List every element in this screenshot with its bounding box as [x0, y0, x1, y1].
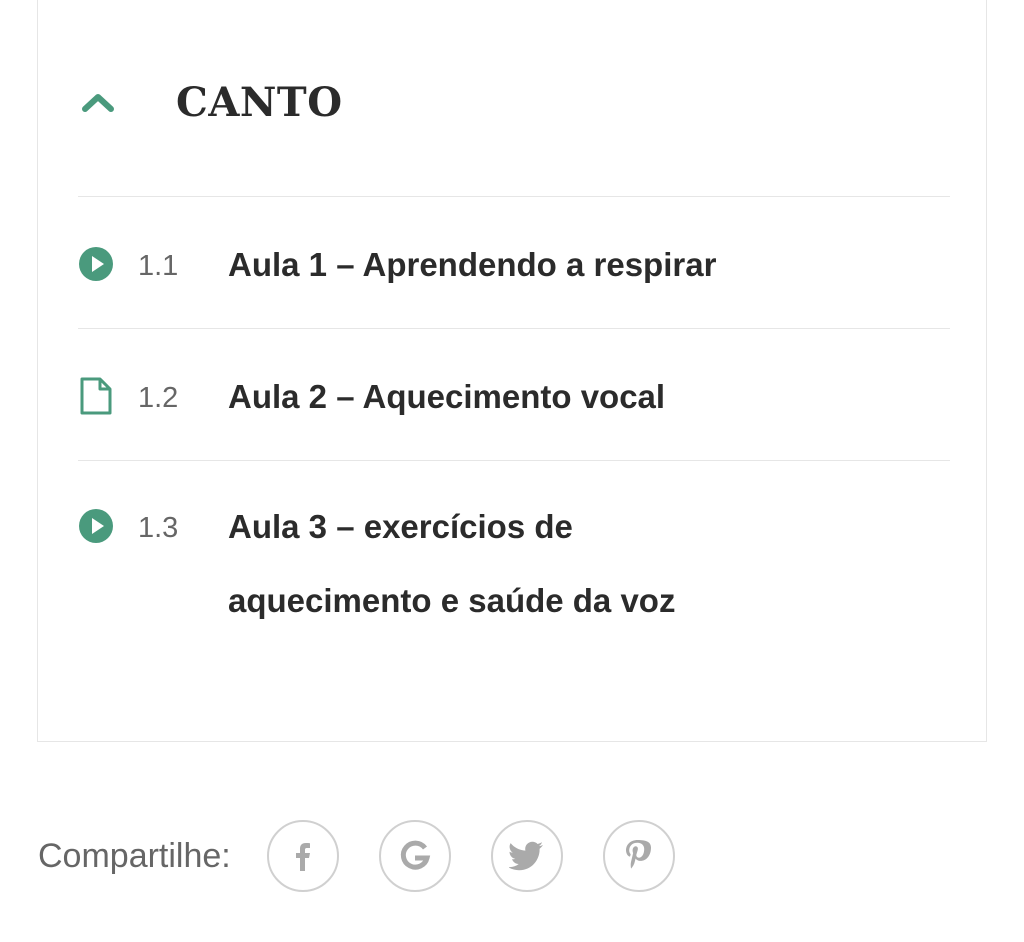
- section-header[interactable]: CANTO: [78, 70, 343, 134]
- share-bar: Compartilhe:: [38, 818, 715, 894]
- play-circle-icon: [78, 246, 114, 282]
- share-label: Compartilhe:: [38, 836, 231, 875]
- share-facebook-button[interactable]: [266, 820, 339, 892]
- lesson-number: 1.1: [138, 250, 179, 282]
- divider: [78, 328, 950, 329]
- divider: [78, 196, 950, 197]
- course-curriculum-panel: CANTO 1.1 Aula 1 – Aprendendo a respirar…: [37, 0, 987, 742]
- chevron-up-icon[interactable]: [78, 82, 118, 122]
- section-title: CANTO: [176, 78, 343, 126]
- lesson-item-1[interactable]: 1.1 Aula 1 – Aprendendo a respirar: [78, 228, 950, 302]
- lesson-number: 1.3: [138, 512, 179, 544]
- lesson-title[interactable]: Aula 2 – Aquecimento vocal: [228, 360, 928, 434]
- share-google-button[interactable]: [378, 820, 451, 892]
- lesson-item-3[interactable]: 1.3 Aula 3 – exercícios de aquecimento e…: [78, 490, 950, 640]
- pinterest-icon: [625, 840, 651, 869]
- lesson-title[interactable]: Aula 3 – exercícios de aquecimento e saú…: [228, 490, 748, 638]
- play-circle-icon: [78, 508, 114, 544]
- share-twitter-button[interactable]: [490, 820, 563, 892]
- lesson-item-2[interactable]: 1.2 Aula 2 – Aquecimento vocal: [78, 360, 950, 434]
- document-icon: [78, 376, 114, 415]
- twitter-icon: [508, 841, 543, 871]
- google-icon: [400, 840, 430, 870]
- lesson-title[interactable]: Aula 1 – Aprendendo a respirar: [228, 228, 928, 302]
- share-pinterest-button[interactable]: [602, 820, 675, 892]
- lesson-number: 1.2: [138, 382, 179, 414]
- facebook-icon: [295, 843, 310, 871]
- divider: [78, 460, 950, 461]
